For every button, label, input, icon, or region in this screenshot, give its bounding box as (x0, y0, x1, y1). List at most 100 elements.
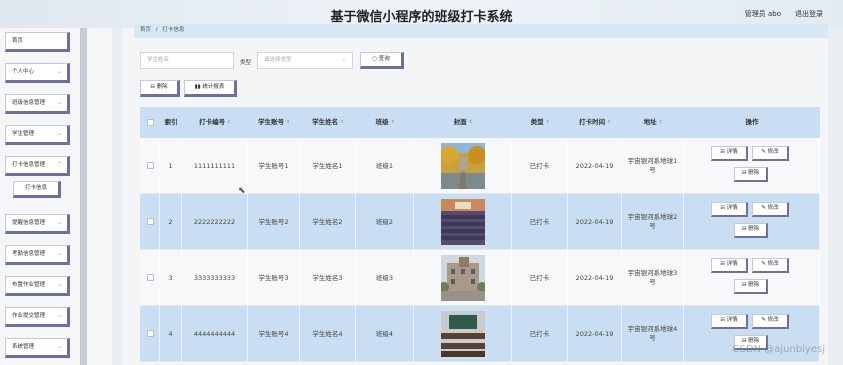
chevron-down-icon: ⌄ (56, 219, 62, 226)
header-index[interactable]: 索引 (160, 107, 182, 138)
detail-label: 详情 (726, 261, 738, 267)
detail-icon: ⊟ (720, 261, 725, 267)
row-checkbox[interactable] (147, 274, 154, 281)
edit-label: 修改 (767, 149, 779, 155)
row-select-cell (140, 306, 160, 362)
header-label: 打卡时间 (579, 118, 606, 126)
row-checkbox[interactable] (147, 162, 154, 169)
cell-time: 2022-04-19 (568, 194, 622, 250)
cell-number: 4444444444 (182, 306, 248, 362)
sidebar-item-students[interactable]: 学生管理 ⌄ (5, 125, 70, 145)
cell-account: 学生账号4 (248, 306, 300, 362)
cell-index: 3 (160, 250, 182, 306)
row-checkbox[interactable] (147, 218, 154, 225)
header-label: 类型 (530, 118, 544, 126)
trash-icon: ⊟ (741, 226, 747, 232)
header-label: 操作 (745, 118, 759, 126)
sidebar-item-label: 个人中心 (12, 69, 35, 75)
detail-button[interactable]: ⊟ 详情 (711, 202, 748, 217)
sidebar-item-home[interactable]: 首页 (5, 32, 70, 52)
cell-account: 学生账号1 (248, 138, 300, 194)
cell-cover (414, 194, 512, 250)
cover-image-campus-autumn (441, 143, 485, 189)
header-label: 索引 (164, 118, 178, 126)
detail-button[interactable]: ⊟ 详情 (711, 146, 748, 161)
type-select[interactable]: 请选择类型 ⌄ (257, 52, 353, 69)
type-select-placeholder: 请选择类型 (264, 57, 292, 63)
cell-number: 3333333333 (182, 250, 248, 306)
sidebar-item-label: 打卡信息管理 (12, 162, 46, 168)
detail-label: 详情 (726, 149, 738, 155)
header-class[interactable]: 班级 ⇕ (356, 107, 414, 138)
select-all-cell (140, 107, 160, 138)
detail-button[interactable]: ⊟ 详情 (711, 258, 748, 273)
edit-button[interactable]: ✎ 修改 (752, 258, 789, 273)
watermark: CSDN @ajunbiyesj (732, 344, 825, 355)
edit-button[interactable]: ✎ 修改 (752, 314, 789, 329)
search-button-label: 查询 (378, 56, 390, 62)
cell-cover (414, 250, 512, 306)
detail-label: 详情 (726, 317, 738, 323)
cell-name: 学生姓名2 (300, 194, 356, 250)
cell-class: 班级1 (356, 138, 414, 194)
header-account[interactable]: 学生账号 ⇕ (248, 107, 300, 138)
edit-button[interactable]: ✎ 修改 (752, 146, 789, 161)
breadcrumb-home[interactable]: 首页 (140, 27, 151, 33)
cover-image-school-building (441, 255, 485, 301)
delete-label: 删除 (748, 282, 760, 288)
detail-label: 详情 (726, 205, 738, 211)
sidebar-item-system[interactable]: 系统管理 ⌄ (5, 338, 70, 358)
breadcrumb-separator: / (155, 27, 158, 33)
header-address[interactable]: 地址 ⇕ (622, 107, 684, 138)
header-time[interactable]: 打卡时间 ⇕ (568, 107, 622, 138)
sort-icon: ⇕ (286, 120, 290, 125)
cover-image-lecture-hall (441, 199, 485, 245)
student-name-search-input[interactable]: 学生姓名 (140, 52, 234, 69)
edit-button[interactable]: ✎ 修改 (752, 202, 789, 217)
chevron-down-icon: ⌄ (56, 281, 62, 288)
sidebar-item-profile[interactable]: 个人中心 ⌄ (5, 63, 70, 83)
header-label: 学生账号 (258, 118, 285, 126)
stats-report-button[interactable]: ▮▮ 统计报表 (184, 80, 237, 97)
delete-button-label: 删除 (156, 84, 168, 90)
logout-link[interactable]: 退出登录 (795, 9, 823, 19)
sidebar-item-label: 班级信息管理 (12, 100, 46, 106)
sidebar-subitem-checkin-info[interactable]: 打卡信息 (13, 181, 61, 198)
chevron-down-icon: ⌄ (56, 99, 62, 106)
delete-label: 删除 (748, 170, 760, 176)
search-button[interactable]: ○ 查询 (360, 52, 404, 69)
sidebar-item-checkin[interactable]: 打卡信息管理 ⌃ (5, 156, 70, 176)
delete-row-button[interactable]: ⊟ 删除 (734, 279, 768, 294)
sidebar-item-homework-submit[interactable]: 作业提交管理 ⌄ (5, 307, 70, 327)
cell-name: 学生姓名4 (300, 306, 356, 362)
sidebar-item-label: 打卡信息 (24, 185, 47, 191)
detail-button[interactable]: ⊟ 详情 (711, 314, 748, 329)
sidebar-item-homework-assign[interactable]: 布置作业管理 ⌄ (5, 276, 70, 296)
chevron-down-icon: ⌄ (56, 312, 62, 319)
sidebar-item-reminder[interactable]: 提醒信息管理 ⌄ (5, 214, 70, 234)
table-row: 3 3333333333 学生账号3 学生姓名3 班级3 已打卡 2022-04… (140, 250, 820, 306)
table-row: 4 4444444444 学生账号4 学生姓名4 班级4 已打卡 2022-04… (140, 306, 820, 362)
cell-index: 1 (160, 138, 182, 194)
row-checkbox[interactable] (147, 330, 154, 337)
header-label: 打卡编号 (199, 118, 226, 126)
sidebar-item-label: 作业提交管理 (12, 313, 46, 319)
header-number[interactable]: 打卡编号 ⇕ (182, 107, 248, 138)
sort-icon: ⇕ (227, 120, 231, 125)
delete-row-button[interactable]: ⊟ 删除 (734, 223, 768, 238)
cover-image-classroom (441, 311, 485, 357)
delete-row-button[interactable]: ⊟ 删除 (734, 167, 768, 182)
sidebar-item-class[interactable]: 班级信息管理 ⌄ (5, 94, 70, 114)
cell-class: 班级2 (356, 194, 414, 250)
row-select-cell (140, 194, 160, 250)
header-cover[interactable]: 封面 ⇕ (414, 107, 512, 138)
mouse-cursor-icon: ⬉ (238, 186, 246, 196)
cell-actions: ⊟ 详情 ✎ 修改 ⊟ 删除 (684, 194, 820, 250)
select-all-checkbox[interactable] (147, 119, 154, 126)
cell-name: 学生姓名1 (300, 138, 356, 194)
delete-button[interactable]: ⊟ 删除 (140, 80, 180, 97)
sidebar-item-attendance[interactable]: 考勤信息管理 ⌄ (5, 245, 70, 265)
header-name[interactable]: 学生姓名 ⇕ (300, 107, 356, 138)
chevron-up-icon: ⌃ (56, 161, 62, 168)
header-type[interactable]: 类型 ⇕ (512, 107, 568, 138)
